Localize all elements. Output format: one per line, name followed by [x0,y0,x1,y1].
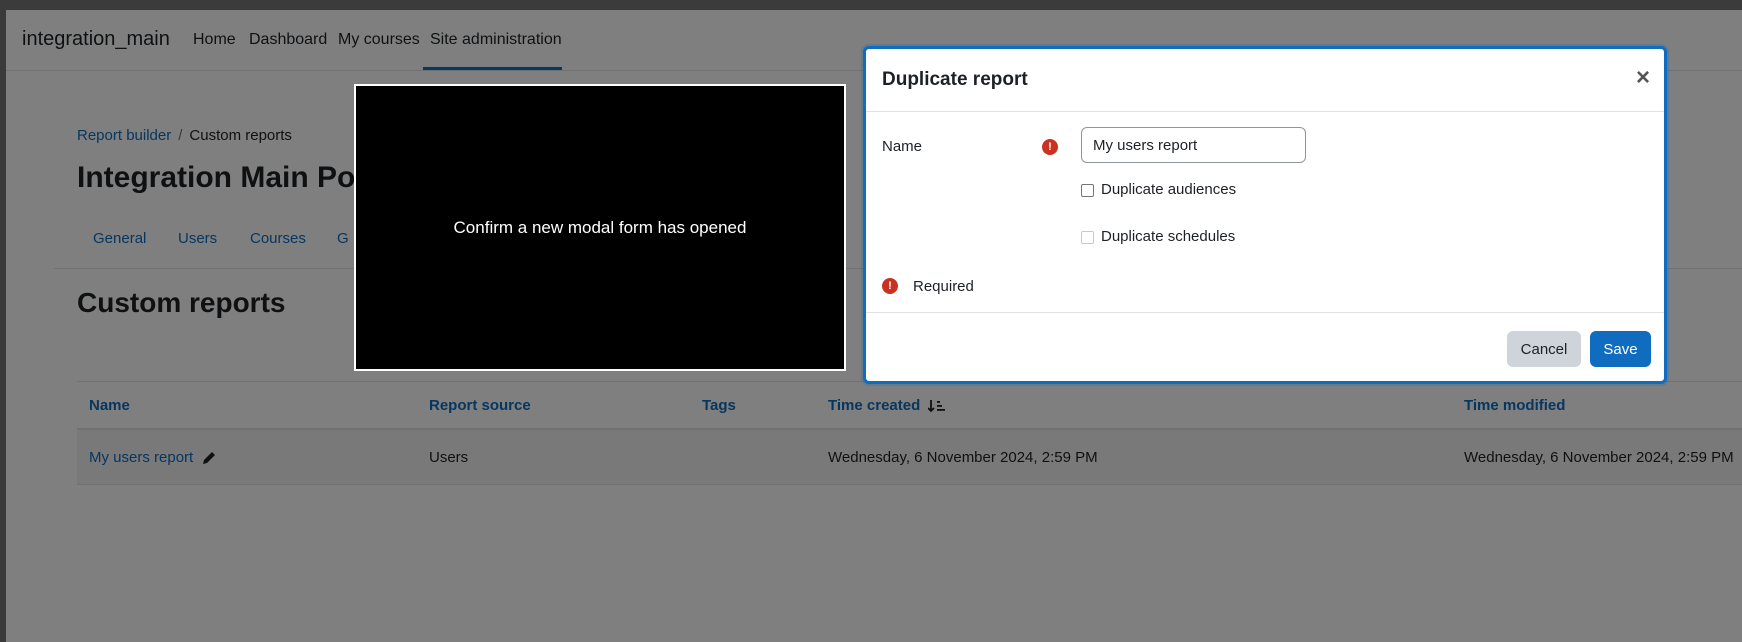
cancel-button[interactable]: Cancel [1507,331,1581,367]
required-legend-icon: ! [882,278,898,294]
duplicate-audiences-checkbox[interactable] [1081,184,1094,197]
dialog-header: Duplicate report × [866,49,1664,112]
dialog-title: Duplicate report [882,69,1028,90]
name-label: Name [882,138,923,155]
dialog-footer-divider [866,312,1664,313]
duplicate-schedules-label[interactable]: Duplicate schedules [1101,228,1235,245]
required-legend: Required [913,278,974,295]
close-icon[interactable]: × [1636,66,1650,90]
window-top-strip [0,0,1742,10]
duplicate-report-dialog: Duplicate report × Name ! Duplicate audi… [863,46,1667,384]
page: integration_main Home Dashboard My cours… [6,10,1742,642]
duplicate-schedules-checkbox[interactable] [1081,231,1094,244]
overlay-message: Confirm a new modal form has opened [453,217,747,237]
name-input[interactable] [1081,127,1306,163]
save-button[interactable]: Save [1590,331,1651,367]
overlay-message-box: Confirm a new modal form has opened [354,84,846,371]
duplicate-audiences-label[interactable]: Duplicate audiences [1101,181,1236,198]
required-icon: ! [1042,139,1058,155]
